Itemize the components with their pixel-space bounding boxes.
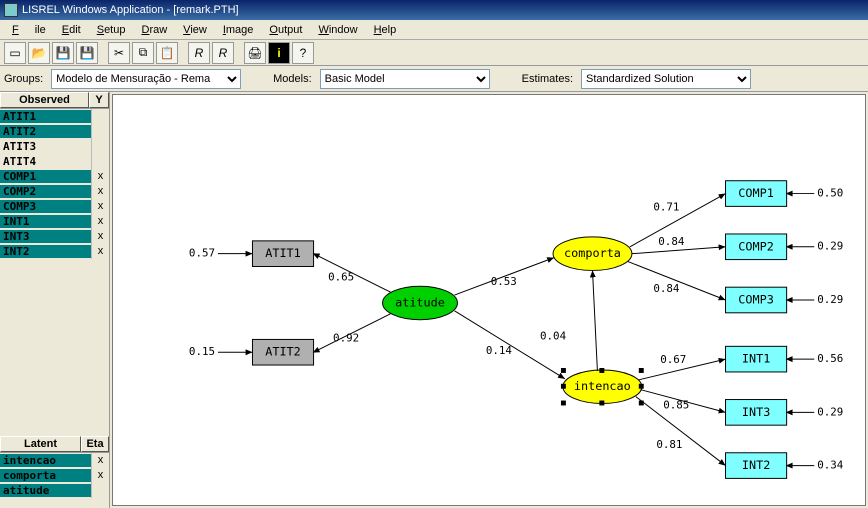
- svg-text:0.84: 0.84: [658, 235, 684, 248]
- list-item[interactable]: intencaox: [0, 453, 109, 468]
- diagram-canvas[interactable]: ATIT1 ATIT2 0.57 0.15 atitude 0.65 0.92 …: [112, 94, 866, 506]
- check-cell[interactable]: [91, 124, 109, 139]
- svg-text:0.53: 0.53: [491, 275, 517, 288]
- latent-header: Latent Eta: [0, 436, 109, 453]
- list-item[interactable]: INT3x: [0, 229, 109, 244]
- node-comp1[interactable]: COMP1: [738, 186, 774, 200]
- check-cell[interactable]: x: [91, 214, 109, 229]
- menu-file[interactable]: File: [4, 22, 54, 38]
- list-item[interactable]: COMP3x: [0, 199, 109, 214]
- estimates-label: Estimates:: [522, 73, 573, 85]
- menu-edit[interactable]: Edit: [54, 22, 89, 38]
- open-icon[interactable]: 📂: [28, 42, 50, 64]
- menu-help[interactable]: Help: [366, 22, 405, 38]
- check-cell[interactable]: [91, 154, 109, 169]
- menu-view[interactable]: View: [175, 22, 215, 38]
- svg-text:0.14: 0.14: [486, 344, 512, 357]
- list-item[interactable]: atitude: [0, 483, 109, 498]
- svg-text:0.04: 0.04: [540, 329, 566, 342]
- check-cell[interactable]: x: [91, 244, 109, 259]
- list-item[interactable]: ATIT1: [0, 109, 109, 124]
- list-item[interactable]: ATIT3: [0, 139, 109, 154]
- groups-label: Groups:: [4, 73, 43, 85]
- svg-text:0.92: 0.92: [333, 331, 359, 344]
- observed-head-btn[interactable]: Observed: [0, 92, 89, 108]
- observed-header: Observed Y: [0, 92, 109, 109]
- list-item[interactable]: ATIT4: [0, 154, 109, 169]
- models-select[interactable]: Basic Model: [320, 69, 490, 89]
- save-icon[interactable]: 💾: [52, 42, 74, 64]
- node-atit2[interactable]: ATIT2: [265, 345, 301, 359]
- node-comporta[interactable]: comporta: [564, 246, 621, 260]
- svg-text:0.50: 0.50: [817, 187, 843, 200]
- check-cell[interactable]: x: [91, 184, 109, 199]
- cut-icon[interactable]: ✂: [108, 42, 130, 64]
- check-cell[interactable]: x: [91, 229, 109, 244]
- observed-y-btn[interactable]: Y: [89, 92, 109, 108]
- latent-list: intencaoxcomportaxatitude: [0, 453, 109, 498]
- left-pane: Observed Y ATIT1ATIT2ATIT3ATIT4COMP1xCOM…: [0, 92, 110, 508]
- latent-eta-btn[interactable]: Eta: [81, 436, 109, 452]
- menu-draw[interactable]: Draw: [133, 22, 175, 38]
- node-int2[interactable]: INT2: [742, 458, 770, 472]
- node-int1[interactable]: INT1: [742, 352, 770, 366]
- menu-image[interactable]: Image: [215, 22, 262, 38]
- node-intencao[interactable]: intencao: [574, 379, 631, 393]
- svg-text:0.56: 0.56: [817, 352, 843, 365]
- observed-list: ATIT1ATIT2ATIT3ATIT4COMP1xCOMP2xCOMP3xIN…: [0, 109, 109, 259]
- check-cell[interactable]: x: [91, 199, 109, 214]
- check-cell[interactable]: x: [91, 468, 109, 483]
- svg-text:0.29: 0.29: [817, 240, 843, 253]
- menu-window[interactable]: Window: [310, 22, 365, 38]
- svg-text:0.85: 0.85: [663, 398, 689, 411]
- list-item[interactable]: COMP1x: [0, 169, 109, 184]
- check-cell[interactable]: x: [91, 453, 109, 468]
- list-item[interactable]: ATIT2: [0, 124, 109, 139]
- estimates-select[interactable]: Standardized Solution: [581, 69, 751, 89]
- svg-text:0.34: 0.34: [817, 459, 843, 472]
- check-cell[interactable]: x: [91, 169, 109, 184]
- svg-text:0.57: 0.57: [189, 247, 215, 260]
- app-icon: [4, 3, 18, 17]
- menu-output[interactable]: Output: [261, 22, 310, 38]
- save2-icon[interactable]: 💾: [76, 42, 98, 64]
- latent-head-btn[interactable]: Latent: [0, 436, 81, 452]
- groups-select[interactable]: Modelo de Mensuração - Rema: [51, 69, 241, 89]
- copy-icon[interactable]: ⧉: [132, 42, 154, 64]
- list-item[interactable]: INT2x: [0, 244, 109, 259]
- info-icon[interactable]: i: [268, 42, 290, 64]
- new-icon[interactable]: ▭: [4, 42, 26, 64]
- list-item[interactable]: comportax: [0, 468, 109, 483]
- node-int3[interactable]: INT3: [742, 405, 770, 419]
- help-icon[interactable]: ?: [292, 42, 314, 64]
- list-item[interactable]: COMP2x: [0, 184, 109, 199]
- svg-text:0.29: 0.29: [817, 293, 843, 306]
- check-cell[interactable]: [91, 483, 109, 498]
- print-icon[interactable]: 🖨: [244, 42, 266, 64]
- node-comp2[interactable]: COMP2: [738, 239, 774, 253]
- window-title: LISREL Windows Application - [remark.PTH…: [22, 0, 239, 20]
- node-atit1[interactable]: ATIT1: [265, 246, 301, 260]
- selector-bar: Groups: Modelo de Mensuração - Rema Mode…: [0, 66, 868, 92]
- paste-icon[interactable]: 📋: [156, 42, 178, 64]
- run2-icon[interactable]: R: [212, 42, 234, 64]
- menu-bar: File Edit Setup Draw View Image Output W…: [0, 20, 868, 40]
- node-comp3[interactable]: COMP3: [738, 293, 774, 307]
- toolbar: ▭ 📂 💾 💾 ✂ ⧉ 📋 R R 🖨 i ?: [0, 40, 868, 66]
- node-atitude[interactable]: atitude: [395, 295, 445, 309]
- check-cell[interactable]: [91, 139, 109, 154]
- window-titlebar: LISREL Windows Application - [remark.PTH…: [0, 0, 868, 20]
- svg-text:0.71: 0.71: [653, 200, 679, 213]
- svg-text:0.67: 0.67: [660, 353, 686, 366]
- svg-text:0.15: 0.15: [189, 345, 215, 358]
- svg-text:0.84: 0.84: [653, 282, 679, 295]
- list-item[interactable]: INT1x: [0, 214, 109, 229]
- models-label: Models:: [273, 73, 312, 85]
- svg-text:0.65: 0.65: [328, 270, 354, 283]
- menu-setup[interactable]: Setup: [89, 22, 134, 38]
- svg-text:0.81: 0.81: [656, 438, 682, 451]
- run1-icon[interactable]: R: [188, 42, 210, 64]
- check-cell[interactable]: [91, 109, 109, 124]
- svg-text:0.29: 0.29: [817, 405, 843, 418]
